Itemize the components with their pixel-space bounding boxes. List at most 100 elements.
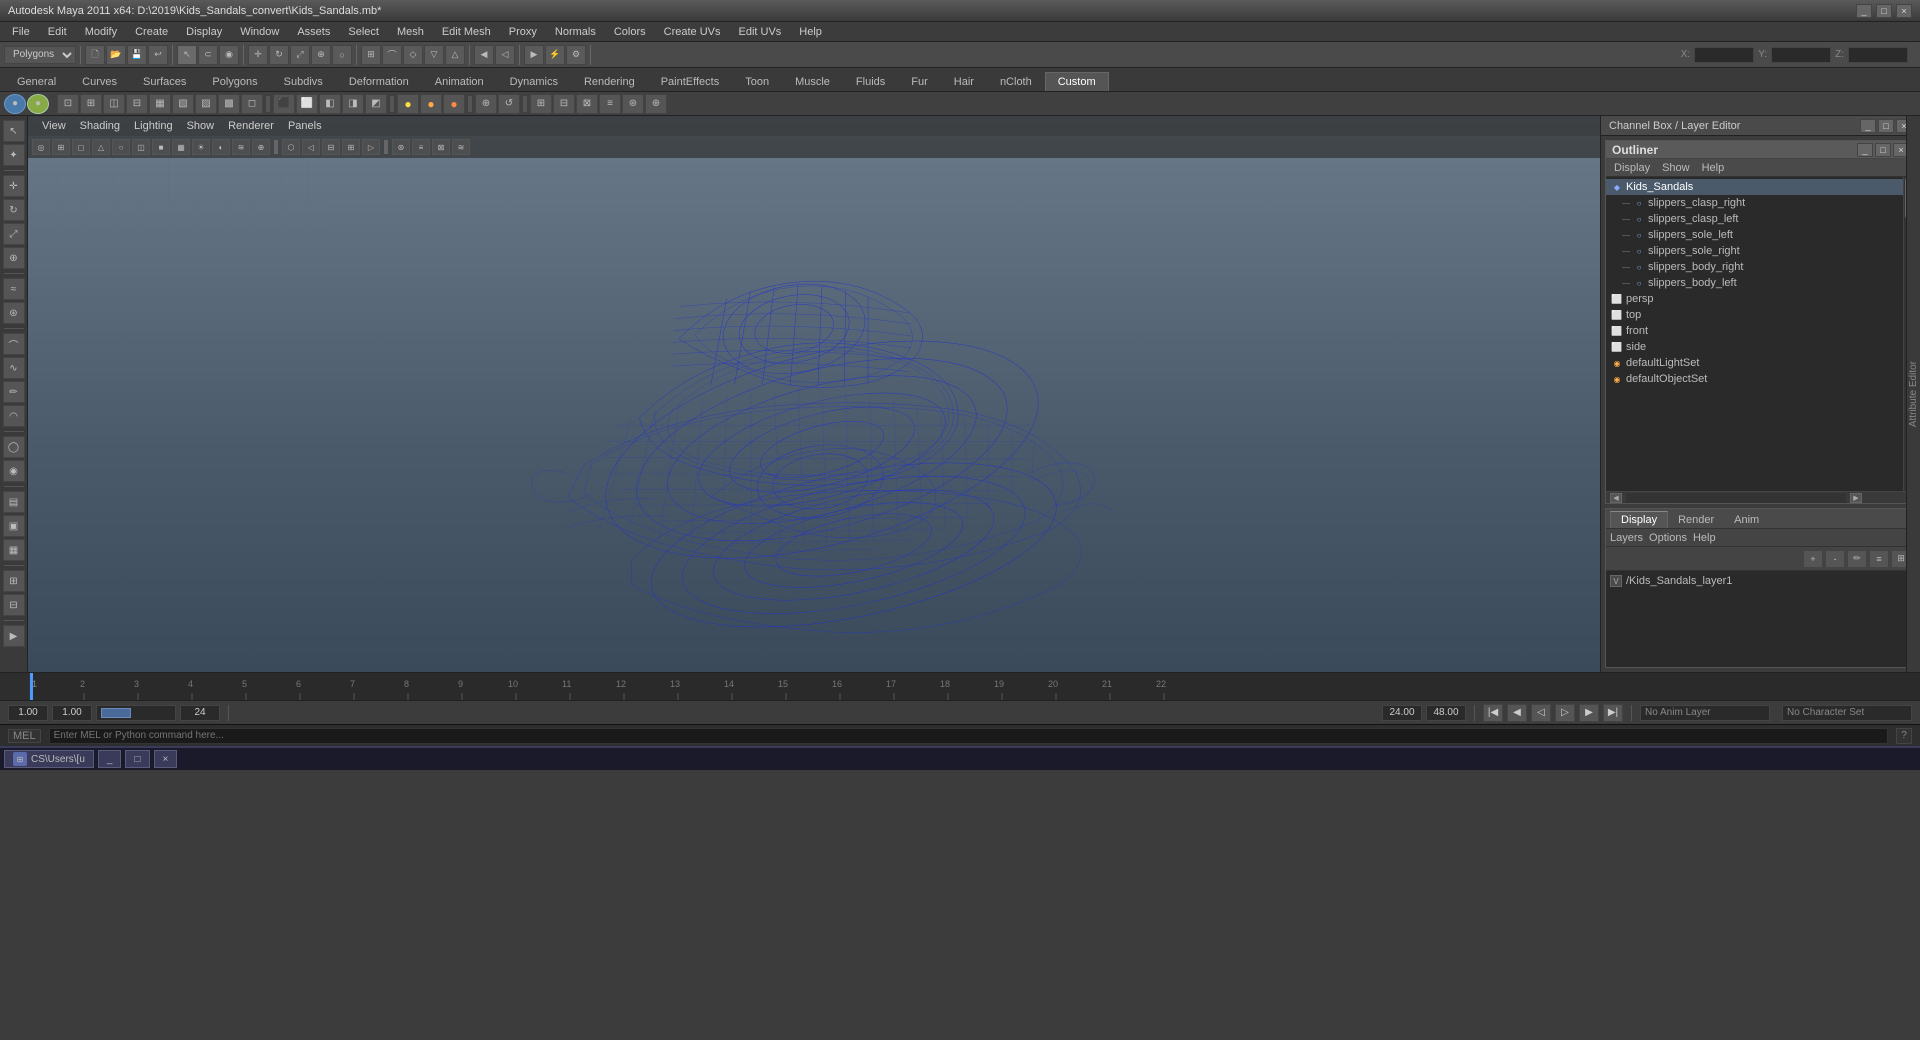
outliner-item-body-left[interactable]: ○ slippers_body_left <box>1606 275 1903 291</box>
mel-python-toggle[interactable]: MEL <box>8 729 41 743</box>
save-btn[interactable]: 💾 <box>127 45 147 65</box>
construction-history-btn[interactable]: ◁ <box>495 45 515 65</box>
extra-btn1[interactable]: ⊕ <box>475 94 497 114</box>
scale-tool[interactable]: ⤢ <box>3 223 25 245</box>
vp-tex-btn[interactable]: ▦ <box>172 139 190 155</box>
render-btn[interactable]: ▶ <box>524 45 544 65</box>
vp-smooth-btn[interactable]: ○ <box>112 139 130 155</box>
menu-create-uvs[interactable]: Create UVs <box>656 24 729 40</box>
extra-btn2[interactable]: ↺ <box>498 94 520 114</box>
new-scene-btn[interactable]: 🗋 <box>85 45 105 65</box>
tab-fluids[interactable]: Fluids <box>843 72 898 91</box>
end-frame-field[interactable]: 24 <box>180 705 220 721</box>
paint-select-btn[interactable]: ◉ <box>219 45 239 65</box>
tab-dynamics[interactable]: Dynamics <box>497 72 571 91</box>
vp-menu-panels[interactable]: Panels <box>282 119 328 133</box>
layer-menu-options[interactable]: Options <box>1649 532 1687 544</box>
vp-shadows-btn[interactable]: ◐ <box>212 139 230 155</box>
outliner-scroll-left[interactable]: ◀ <box>1610 493 1622 503</box>
ep-curve[interactable]: ∿ <box>3 357 25 379</box>
vp-lights-btn[interactable]: ☀ <box>192 139 210 155</box>
view-btn5[interactable]: ▦ <box>149 94 171 114</box>
snap-point-btn[interactable]: ◇ <box>403 45 423 65</box>
vp-menu-lighting[interactable]: Lighting <box>128 119 179 133</box>
outliner-item-clasp-left[interactable]: ○ slippers_clasp_left <box>1606 211 1903 227</box>
menu-modify[interactable]: Modify <box>77 24 125 40</box>
viewport[interactable]: x y z <box>28 116 1600 672</box>
snap-live-btn[interactable]: △ <box>445 45 465 65</box>
tab-general[interactable]: General <box>4 72 69 91</box>
menu-edit-mesh[interactable]: Edit Mesh <box>434 24 499 40</box>
outliner-item-sole-right[interactable]: ○ slippers_sole_right <box>1606 243 1903 259</box>
light-btn1[interactable]: ● <box>397 94 419 114</box>
vp-crop-btn[interactable]: ⊟ <box>322 139 340 155</box>
tab-fur[interactable]: Fur <box>898 72 941 91</box>
tab-curves[interactable]: Curves <box>69 72 130 91</box>
vp-clip-btn[interactable]: ◁ <box>302 139 320 155</box>
outliner-menu-display[interactable]: Display <box>1610 162 1654 174</box>
scale-btn[interactable]: ⤢ <box>290 45 310 65</box>
layer-tab-render[interactable]: Render <box>1668 512 1724 528</box>
layer-delete-btn[interactable]: - <box>1825 550 1845 568</box>
tab-deformation[interactable]: Deformation <box>336 72 422 91</box>
char-set-select[interactable]: No Character Set <box>1782 705 1912 721</box>
soft-mod[interactable]: ≈ <box>3 278 25 300</box>
script-input[interactable] <box>49 728 1888 744</box>
layer-menu-help[interactable]: Help <box>1693 532 1716 544</box>
layer-btn[interactable]: ▤ <box>3 491 25 513</box>
extra-btn4[interactable]: ⊟ <box>553 94 575 114</box>
extra-btn3[interactable]: ⊞ <box>530 94 552 114</box>
outliner-item-top[interactable]: ⬜ top <box>1606 307 1903 323</box>
vp-menu-renderer[interactable]: Renderer <box>222 119 280 133</box>
channel-box-minimize[interactable]: _ <box>1860 119 1876 133</box>
ipr-btn[interactable]: ⚡ <box>545 45 565 65</box>
step-forward-btn[interactable]: ▶ <box>1579 704 1599 722</box>
view-btn8[interactable]: ▩ <box>218 94 240 114</box>
outliner-item-clasp-right[interactable]: ○ slippers_clasp_right <box>1606 195 1903 211</box>
show-manip[interactable]: ⊛ <box>3 302 25 324</box>
circle-icon-btn[interactable]: ● <box>4 94 26 114</box>
grid-btn[interactable]: ⊞ <box>3 570 25 592</box>
menu-assets[interactable]: Assets <box>289 24 338 40</box>
layer2-btn[interactable]: ▣ <box>3 515 25 537</box>
range-slider[interactable] <box>96 705 176 721</box>
menu-select[interactable]: Select <box>340 24 387 40</box>
start-frame-field[interactable]: 1.00 <box>8 705 48 721</box>
tab-subdivs[interactable]: Subdivs <box>271 72 336 91</box>
menu-display[interactable]: Display <box>178 24 230 40</box>
vp-extra5-btn[interactable]: ≋ <box>452 139 470 155</box>
menu-proxy[interactable]: Proxy <box>501 24 545 40</box>
move-tool[interactable]: ✛ <box>3 175 25 197</box>
universal-manip-btn[interactable]: ⊕ <box>311 45 331 65</box>
vp-iso-btn[interactable]: ⬡ <box>282 139 300 155</box>
mode-select[interactable]: Polygons <box>4 46 76 64</box>
layer-tab-anim[interactable]: Anim <box>1724 512 1769 528</box>
light-btn3[interactable]: ● <box>443 94 465 114</box>
vp-obj-btn[interactable]: ◻ <box>72 139 90 155</box>
rotate-btn[interactable]: ↻ <box>269 45 289 65</box>
vp-menu-shading[interactable]: Shading <box>74 119 126 133</box>
outliner-content[interactable]: ◆ Kids_Sandals ○ slippers_clasp_right ○ <box>1606 177 1903 491</box>
current-frame-field[interactable]: 1.00 <box>52 705 92 721</box>
menu-file[interactable]: File <box>4 24 38 40</box>
vp-wire-btn[interactable]: ◫ <box>132 139 150 155</box>
taskbar-restore[interactable]: □ <box>125 750 149 768</box>
outliner-item-front[interactable]: ⬜ front <box>1606 323 1903 339</box>
jump-start-btn[interactable]: |◀ <box>1483 704 1503 722</box>
snap-curve-btn[interactable]: ⌒ <box>382 45 402 65</box>
vp-fog-btn[interactable]: ≋ <box>232 139 250 155</box>
menu-colors[interactable]: Colors <box>606 24 654 40</box>
rotate-tool[interactable]: ↻ <box>3 199 25 221</box>
grid2-btn[interactable]: ⊟ <box>3 594 25 616</box>
close-button[interactable]: × <box>1896 4 1912 18</box>
outliner-minimize[interactable]: _ <box>1857 143 1873 157</box>
render-settings-btn[interactable]: ⚙ <box>566 45 586 65</box>
taskbar-start[interactable]: ⊞ CS\Users\[u <box>4 750 94 768</box>
shading-btn3[interactable]: ◧ <box>319 94 341 114</box>
undo-btn[interactable]: ↩ <box>148 45 168 65</box>
timeline-ruler[interactable]: 1 2 3 4 5 6 7 8 9 10 11 <box>30 673 1920 700</box>
outliner-item-sole-left[interactable]: ○ slippers_sole_left <box>1606 227 1903 243</box>
channel-box-restore[interactable]: □ <box>1878 119 1894 133</box>
shading-btn2[interactable]: ⬜ <box>296 94 318 114</box>
minimize-button[interactable]: _ <box>1856 4 1872 18</box>
